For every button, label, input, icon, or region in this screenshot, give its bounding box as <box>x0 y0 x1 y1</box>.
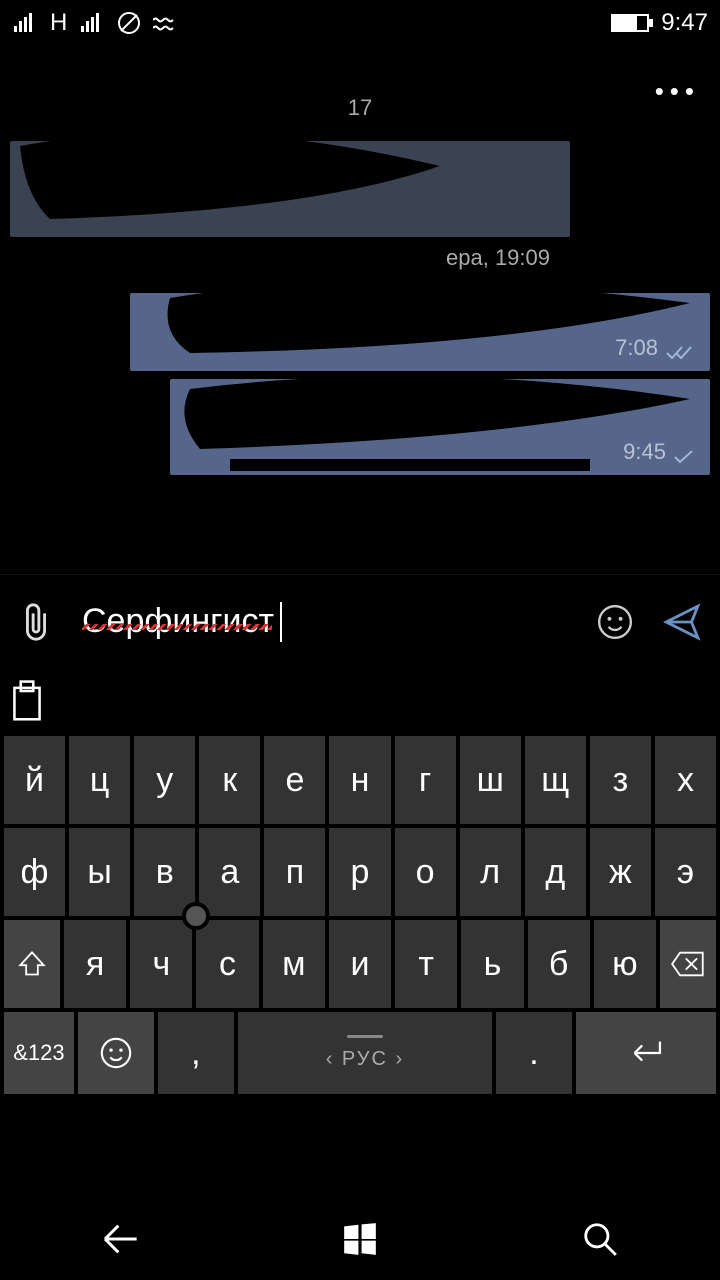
key-letter[interactable]: ю <box>594 920 656 1008</box>
key-letter[interactable]: я <box>64 920 126 1008</box>
backspace-icon <box>671 951 705 977</box>
back-icon <box>100 1222 140 1256</box>
enter-key[interactable] <box>576 1012 716 1094</box>
message-in-time: ера, 19:09 <box>10 245 710 271</box>
more-button[interactable]: ••• <box>655 76 700 107</box>
clock: 9:47 <box>661 9 708 37</box>
key-letter[interactable]: ж <box>590 828 651 916</box>
keyboard-grabber[interactable] <box>182 902 210 930</box>
space-key[interactable]: ‹ РУС › <box>238 1012 492 1094</box>
key-letter[interactable]: э <box>655 828 716 916</box>
key-letter[interactable]: ч <box>130 920 192 1008</box>
key-letter[interactable]: о <box>395 828 456 916</box>
message-in[interactable] <box>10 141 570 237</box>
key-letter[interactable]: л <box>460 828 521 916</box>
key-letter[interactable]: ц <box>69 736 130 824</box>
smile-icon <box>99 1036 133 1070</box>
key-letter[interactable]: а <box>199 828 260 916</box>
message-input-text: Серфингист <box>82 602 274 641</box>
key-letter[interactable]: к <box>199 736 260 824</box>
text-cursor <box>280 602 282 642</box>
key-letter[interactable]: д <box>525 828 586 916</box>
shift-icon <box>18 949 46 979</box>
kb-row-3: я ч с м и т ь б ю <box>4 920 716 1008</box>
key-letter[interactable]: б <box>528 920 590 1008</box>
signal-icon <box>12 12 38 34</box>
message-out-2[interactable]: 9:45 <box>170 379 710 475</box>
mute-icon <box>117 11 141 35</box>
message-input[interactable]: Серфингист <box>82 602 568 642</box>
kb-row-2: ф ы в а п р о л д ж э <box>4 828 716 916</box>
key-letter[interactable]: ф <box>4 828 65 916</box>
drag-handle-icon <box>347 1035 383 1038</box>
key-letter[interactable]: щ <box>525 736 586 824</box>
input-bar: Серфингист <box>0 574 720 668</box>
language-label: ‹ РУС › <box>326 1048 405 1071</box>
kb-row-4: &123 , ‹ РУС › . <box>4 1012 716 1094</box>
message-out-1[interactable]: 7:08 <box>130 293 710 371</box>
attach-icon[interactable] <box>18 602 54 642</box>
comma-key[interactable]: , <box>158 1012 234 1094</box>
key-letter[interactable]: в <box>134 828 195 916</box>
key-letter[interactable]: х <box>655 736 716 824</box>
search-icon <box>581 1220 619 1258</box>
battery-icon <box>611 14 649 32</box>
symbols-key[interactable]: &123 <box>4 1012 74 1094</box>
key-letter[interactable]: з <box>590 736 651 824</box>
key-letter[interactable]: й <box>4 736 65 824</box>
key-letter[interactable]: н <box>329 736 390 824</box>
chat-area: ••• 17 ера, 19:09 7:08 9:45 <box>0 46 720 475</box>
key-letter[interactable]: р <box>329 828 390 916</box>
key-letter[interactable]: т <box>395 920 457 1008</box>
key-letter[interactable]: м <box>263 920 325 1008</box>
enter-icon <box>627 1039 665 1067</box>
keyboard: й ц у к е н г ш щ з х ф ы в а п р о л д … <box>0 668 720 1198</box>
key-letter[interactable]: у <box>134 736 195 824</box>
vibrate-icon <box>153 12 179 34</box>
date-separator: 17 <box>10 95 710 121</box>
key-letter[interactable]: с <box>196 920 258 1008</box>
key-letter[interactable]: п <box>264 828 325 916</box>
shift-key[interactable] <box>4 920 60 1008</box>
windows-button[interactable] <box>285 1198 435 1280</box>
back-button[interactable] <box>45 1198 195 1280</box>
spellcheck-underline <box>82 624 272 630</box>
navigation-bar <box>0 1198 720 1280</box>
clipboard-icon[interactable] <box>8 680 46 724</box>
signal-2-icon <box>79 12 105 34</box>
windows-icon <box>341 1220 379 1258</box>
search-button[interactable] <box>525 1198 675 1280</box>
key-letter[interactable]: ь <box>461 920 523 1008</box>
key-letter[interactable]: е <box>264 736 325 824</box>
key-letter[interactable]: ы <box>69 828 130 916</box>
backspace-key[interactable] <box>660 920 716 1008</box>
status-bar: H 9:47 <box>0 0 720 46</box>
key-letter[interactable]: и <box>329 920 391 1008</box>
key-letter[interactable]: ш <box>460 736 521 824</box>
emoji-icon[interactable] <box>596 603 634 641</box>
network-label: H <box>50 9 67 37</box>
kb-row-1: й ц у к е н г ш щ з х <box>4 736 716 824</box>
emoji-key[interactable] <box>78 1012 154 1094</box>
period-key[interactable]: . <box>496 1012 572 1094</box>
key-letter[interactable]: г <box>395 736 456 824</box>
send-button[interactable] <box>662 603 702 641</box>
